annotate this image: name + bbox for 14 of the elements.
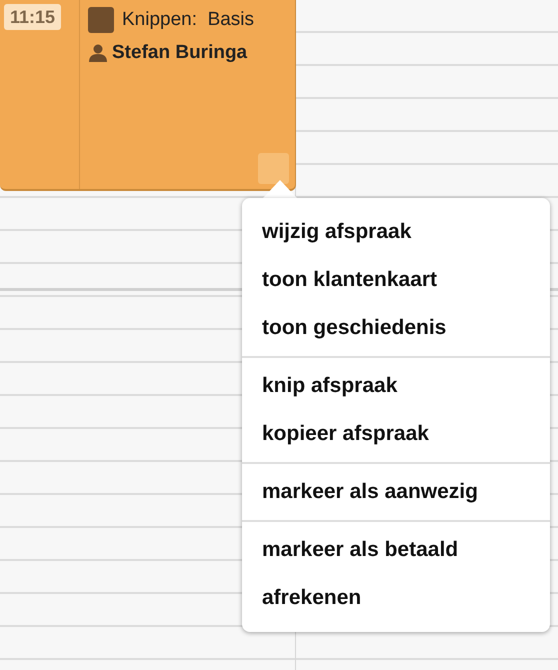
appointment-block[interactable]: 11:15 Knippen: Basis Stefan Buringa — [0, 0, 296, 191]
menu-handle[interactable] — [258, 153, 289, 184]
menu-item[interactable]: kopieer afspraak — [242, 410, 550, 458]
menu-item[interactable]: afrekenen — [242, 574, 550, 622]
appointment-time: 11:15 — [4, 4, 62, 30]
menu-item[interactable]: toon klantenkaart — [242, 256, 550, 304]
menu-item[interactable]: toon geschiedenis — [242, 304, 550, 352]
client-name: Stefan Buringa — [112, 40, 248, 64]
menu-item[interactable]: markeer als aanwezig — [242, 468, 550, 516]
menu-item[interactable]: markeer als betaald — [242, 526, 550, 574]
appointment-title: Knippen: Basis — [122, 8, 254, 32]
person-icon — [88, 44, 108, 62]
menu-item[interactable]: knip afspraak — [242, 362, 550, 410]
menu-item[interactable]: wijzig afspraak — [242, 208, 550, 256]
